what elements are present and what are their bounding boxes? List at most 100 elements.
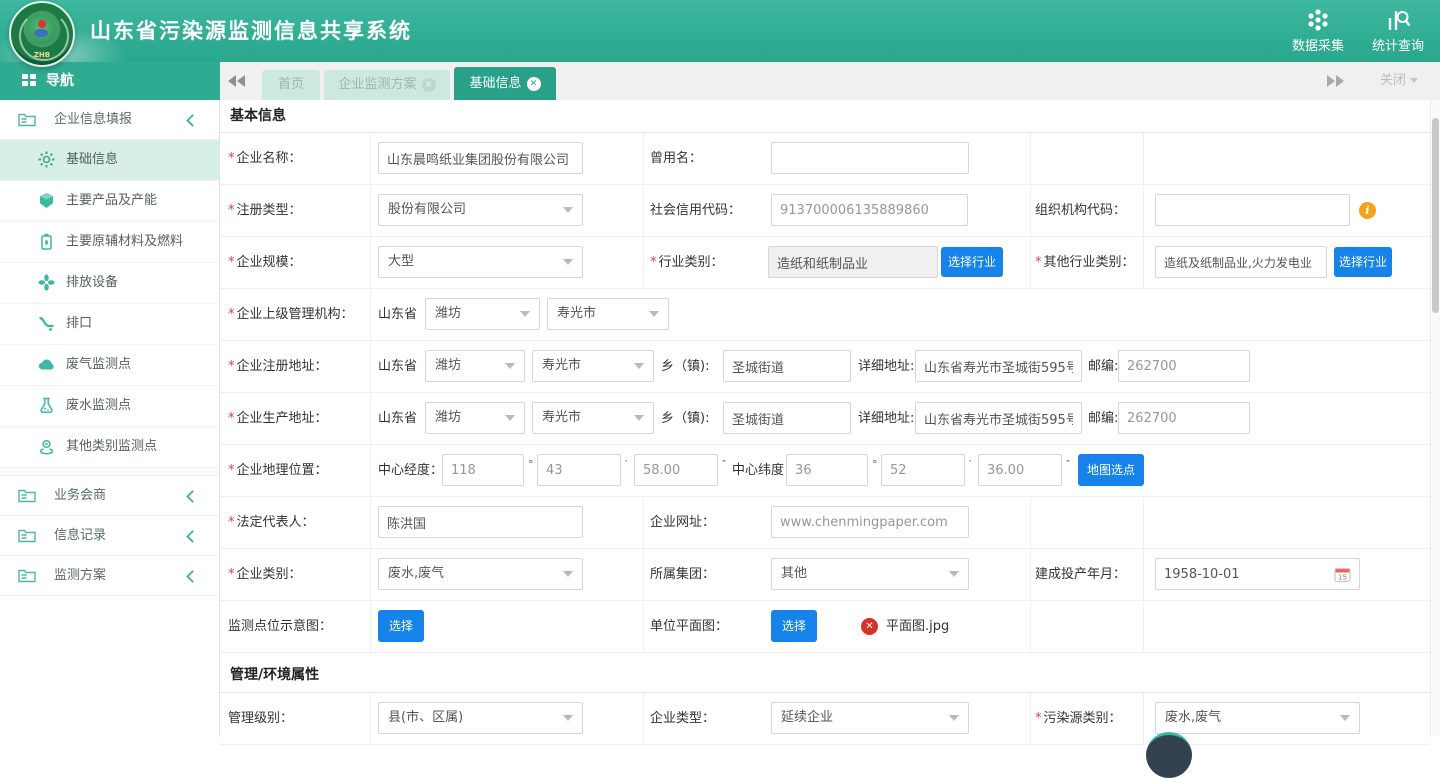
sidebar-group-business-consult[interactable]: 业务会商 xyxy=(0,476,219,516)
reg-address-label: *企业注册地址： xyxy=(228,341,328,392)
sidebar-group-monitoring-plan[interactable]: 监测方案 xyxy=(0,556,219,596)
reg-type-select[interactable]: 股份有限公司 xyxy=(378,194,583,226)
cube-icon xyxy=(38,192,55,209)
parent-county-select[interactable]: 寿光市 xyxy=(547,298,669,330)
divider xyxy=(1030,497,1031,548)
org-code-input[interactable] xyxy=(1155,194,1350,226)
reg-zip-input[interactable] xyxy=(1118,350,1250,382)
logo-blue-arc xyxy=(34,29,48,37)
chevron-down-icon xyxy=(505,415,515,421)
tab-enterprise-plan[interactable]: 企业监测方案✕ xyxy=(324,70,450,100)
company-cat-select[interactable]: 废水,废气 xyxy=(378,558,583,590)
industry-select-button[interactable]: 选择行业 xyxy=(941,247,1003,277)
sidebar-group-enterprise-info[interactable]: 企业信息填报 xyxy=(0,100,219,140)
credit-code-label: 社会信用代码： xyxy=(650,185,741,236)
divider xyxy=(643,693,644,744)
scroll-tabs-right-icon[interactable] xyxy=(1327,75,1344,87)
enterprise-type-select[interactable]: 延续企业 xyxy=(771,702,969,734)
former-name-label: 曾用名： xyxy=(650,133,702,184)
floating-button-partial[interactable] xyxy=(1146,732,1192,778)
scrollbar-thumb[interactable] xyxy=(1432,118,1439,313)
divider xyxy=(1030,601,1031,652)
pollution-cat-select[interactable]: 废水,废气 xyxy=(1155,702,1360,734)
section-management-attrs: 管理/环境属性 xyxy=(220,653,1430,693)
divider xyxy=(643,237,644,288)
lng-deg-input[interactable] xyxy=(442,454,524,486)
sidebar-item-basic-info[interactable]: 基础信息 xyxy=(0,140,219,181)
sidebar-item-label: 基础信息 xyxy=(66,140,118,180)
company-name-input[interactable] xyxy=(378,142,583,174)
sidebar-item-products[interactable]: 主要产品及产能 xyxy=(0,181,219,222)
prod-city-select[interactable]: 潍坊 xyxy=(425,402,525,434)
lng-sec-input[interactable] xyxy=(634,454,718,486)
lat-deg-input[interactable] xyxy=(786,454,868,486)
tab-close-icon[interactable]: ✕ xyxy=(422,78,436,92)
divider xyxy=(1030,237,1031,288)
divider xyxy=(643,133,644,184)
data-collect-label: 数据采集 xyxy=(1292,35,1344,54)
stats-query-button[interactable]: 统计查询 xyxy=(1372,8,1424,54)
map-pick-button[interactable]: 地图选点 xyxy=(1078,454,1144,486)
tab-close-icon[interactable]: ✕ xyxy=(527,77,541,91)
sidebar-item-water-monitoring[interactable]: 废水监测点 xyxy=(0,386,219,427)
prod-date-input[interactable] xyxy=(1155,558,1360,590)
location-pin-icon xyxy=(38,438,55,455)
stats-query-label: 统计查询 xyxy=(1372,35,1424,54)
pollution-cat-label: *污染源类别： xyxy=(1035,693,1122,744)
group-select[interactable]: 其他 xyxy=(771,558,969,590)
company-name-label: *企业名称： xyxy=(228,133,302,184)
sidebar-item-other-monitoring[interactable]: 其他类别监测点 xyxy=(0,427,219,468)
prod-detail-input[interactable] xyxy=(915,402,1082,434)
lng-min-input[interactable] xyxy=(537,454,621,486)
legal-rep-input[interactable] xyxy=(378,506,583,538)
parent-city-select[interactable]: 潍坊 xyxy=(425,298,540,330)
lat-min-input[interactable] xyxy=(881,454,965,486)
folder-icon xyxy=(18,567,36,583)
chevron-left-icon xyxy=(186,490,199,503)
other-industry-select-button[interactable]: 选择行业 xyxy=(1334,247,1392,277)
sidebar-group-info-records[interactable]: 信息记录 xyxy=(0,516,219,556)
lat-sec-input[interactable] xyxy=(978,454,1062,486)
sidebar-item-gas-monitoring[interactable]: 废气监测点 xyxy=(0,345,219,386)
former-name-input[interactable] xyxy=(771,142,969,174)
sidebar-item-materials[interactable]: 主要原辅材料及燃料 xyxy=(0,222,219,263)
delete-file-icon[interactable]: ✕ xyxy=(861,618,878,635)
chevron-left-icon xyxy=(186,570,199,583)
prod-zip-input[interactable] xyxy=(1118,402,1250,434)
reg-town-input[interactable] xyxy=(723,350,851,382)
fan-icon xyxy=(38,274,55,291)
stats-search-icon xyxy=(1385,8,1411,32)
sidebar-item-label: 主要原辅材料及燃料 xyxy=(66,222,183,262)
prod-town-input[interactable] xyxy=(723,402,851,434)
attached-file-name[interactable]: 平面图.jpg xyxy=(886,601,949,652)
form-row-reg-type: *注册类型： 股份有限公司 社会信用代码： 组织机构代码： i xyxy=(220,185,1430,237)
scale-select[interactable]: 大型 xyxy=(378,246,583,278)
close-tabs-menu[interactable]: 关闭 xyxy=(1380,62,1418,100)
app-title: 山东省污染源监测信息共享系统 xyxy=(90,0,412,62)
sidebar-item-emission-equipment[interactable]: 排放设备 xyxy=(0,263,219,304)
province-label: 山东省 xyxy=(378,341,417,392)
info-icon[interactable]: i xyxy=(1359,202,1376,219)
industry-input[interactable] xyxy=(768,246,938,278)
scroll-tabs-left-icon[interactable] xyxy=(228,75,245,87)
plan-diagram-choose-button[interactable]: 选择 xyxy=(771,610,817,642)
mgmt-level-select[interactable]: 县(市、区属) xyxy=(378,702,583,734)
vertical-scrollbar[interactable] xyxy=(1430,100,1440,737)
app-header: ZHB 山东省污染源监测信息共享系统 数据采集 xyxy=(0,0,1440,62)
tab-basic-info[interactable]: 基础信息✕ xyxy=(454,67,556,100)
reg-detail-input[interactable] xyxy=(915,350,1082,382)
calendar-icon[interactable]: 15 xyxy=(1334,566,1351,583)
prod-county-select[interactable]: 寿光市 xyxy=(532,402,654,434)
data-collect-button[interactable]: 数据采集 xyxy=(1292,8,1344,54)
chevron-down-icon xyxy=(949,715,959,721)
reg-county-select[interactable]: 寿光市 xyxy=(532,350,654,382)
credit-code-input[interactable] xyxy=(771,194,968,226)
website-input[interactable] xyxy=(771,506,969,538)
sidebar-item-outlets[interactable]: 排口 xyxy=(0,304,219,345)
company-cat-label: *企业类别： xyxy=(228,549,302,600)
sidebar-divider xyxy=(0,468,219,476)
monitor-diagram-choose-button[interactable]: 选择 xyxy=(378,610,424,642)
tab-home[interactable]: 首页 xyxy=(262,70,320,100)
reg-city-select[interactable]: 潍坊 xyxy=(425,350,525,382)
other-industry-input[interactable] xyxy=(1155,246,1327,278)
